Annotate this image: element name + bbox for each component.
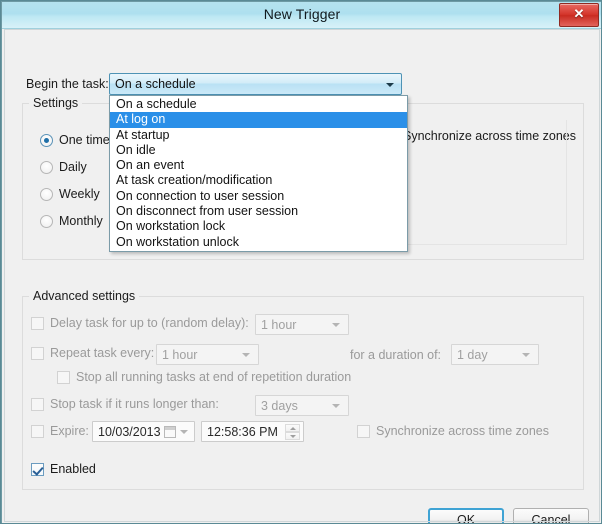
repeat-duration-combo[interactable]: 1 day [451, 344, 539, 365]
begin-task-combo[interactable]: On a schedule [109, 73, 402, 95]
repeat-duration-label: for a duration of: [350, 348, 442, 362]
delay-task-value-text: 1 hour [261, 318, 297, 332]
stop-task-value-text: 3 days [261, 399, 298, 413]
chevron-down-icon [332, 404, 340, 408]
expire-checkbox-box [31, 425, 44, 438]
stop-task-checkbox-box [31, 398, 44, 411]
dropdown-option[interactable]: On workstation unlock [110, 235, 407, 250]
ok-button[interactable]: OK [428, 508, 504, 523]
chevron-down-icon [386, 83, 394, 87]
stop-at-repetition-end-label: Stop all running tasks at end of repetit… [76, 370, 352, 384]
dropdown-option[interactable]: On connection to user session [110, 189, 407, 204]
spinner-up-icon[interactable] [285, 424, 300, 432]
repeat-task-checkbox-box [31, 347, 44, 360]
repeat-task-value-text: 1 hour [162, 348, 198, 362]
window-title: New Trigger [263, 6, 341, 22]
dropdown-option[interactable]: At startup [110, 128, 407, 143]
radio-monthly-label: Monthly [59, 214, 103, 228]
advanced-group-label: Advanced settings [29, 289, 140, 303]
expire-sync-label: Synchronize across time zones [376, 424, 549, 438]
radio-monthly-indicator [40, 215, 53, 228]
dropdown-option[interactable]: On idle [110, 143, 407, 158]
radio-daily-label: Daily [59, 160, 87, 174]
enabled-checkbox-box [31, 463, 44, 476]
new-trigger-dialog: New Trigger ✕ Begin the task: Settings O… [0, 0, 602, 524]
delay-task-label: Delay task for up to (random delay): [50, 316, 249, 330]
chevron-down-icon [522, 353, 530, 357]
stop-task-label: Stop task if it runs longer than: [50, 397, 219, 411]
dialog-body: Begin the task: Settings One time Daily … [5, 30, 599, 523]
dropdown-option[interactable]: At task creation/modification [110, 173, 407, 188]
delay-task-value-combo[interactable]: 1 hour [255, 314, 349, 335]
radio-one-time-indicator [40, 134, 53, 147]
dropdown-option[interactable]: On workstation lock [110, 219, 407, 234]
dropdown-option[interactable]: On an event [110, 158, 407, 173]
begin-task-combo-value: On a schedule [115, 77, 196, 91]
radio-weekly-indicator [40, 188, 53, 201]
chevron-down-icon [332, 323, 340, 327]
radio-one-time-label: One time [59, 133, 110, 147]
cancel-button[interactable]: Cancel [513, 508, 589, 523]
repeat-duration-text: 1 day [457, 348, 488, 362]
spinner-arrows[interactable] [285, 424, 300, 440]
title-bar: New Trigger ✕ [2, 2, 601, 29]
expire-date-text: 10/03/2013 [98, 425, 161, 439]
expire-time-text: 12:58:36 PM [207, 425, 278, 439]
expire-date-picker[interactable]: 10/03/2013 [92, 421, 195, 442]
calendar-icon [164, 426, 176, 438]
delay-task-checkbox-box [31, 317, 44, 330]
expire-label: Expire: [50, 424, 89, 438]
spinner-down-icon[interactable] [285, 432, 300, 440]
chevron-down-icon [180, 430, 188, 434]
expire-time-spinner[interactable]: 12:58:36 PM [201, 421, 304, 442]
chevron-down-icon [242, 353, 250, 357]
radio-weekly-label: Weekly [59, 187, 100, 201]
repeat-task-label: Repeat task every: [50, 346, 155, 360]
dropdown-option[interactable]: On disconnect from user session [110, 204, 407, 219]
enabled-label: Enabled [50, 462, 96, 476]
begin-task-dropdown-list[interactable]: On a schedule At log on At startup On idle O… [109, 95, 408, 252]
stop-task-value-combo[interactable]: 3 days [255, 395, 349, 416]
repeat-task-value-combo[interactable]: 1 hour [156, 344, 259, 365]
close-icon: ✕ [573, 6, 585, 21]
radio-daily-indicator [40, 161, 53, 174]
close-button[interactable]: ✕ [559, 3, 599, 27]
settings-group-label: Settings [29, 96, 83, 110]
dropdown-option[interactable]: At log on [110, 112, 407, 128]
stop-at-repetition-end-checkbox-box [57, 371, 70, 384]
begin-task-label: Begin the task: [26, 77, 109, 91]
dropdown-option[interactable]: On a schedule [110, 97, 407, 112]
expire-sync-checkbox-box [357, 425, 370, 438]
